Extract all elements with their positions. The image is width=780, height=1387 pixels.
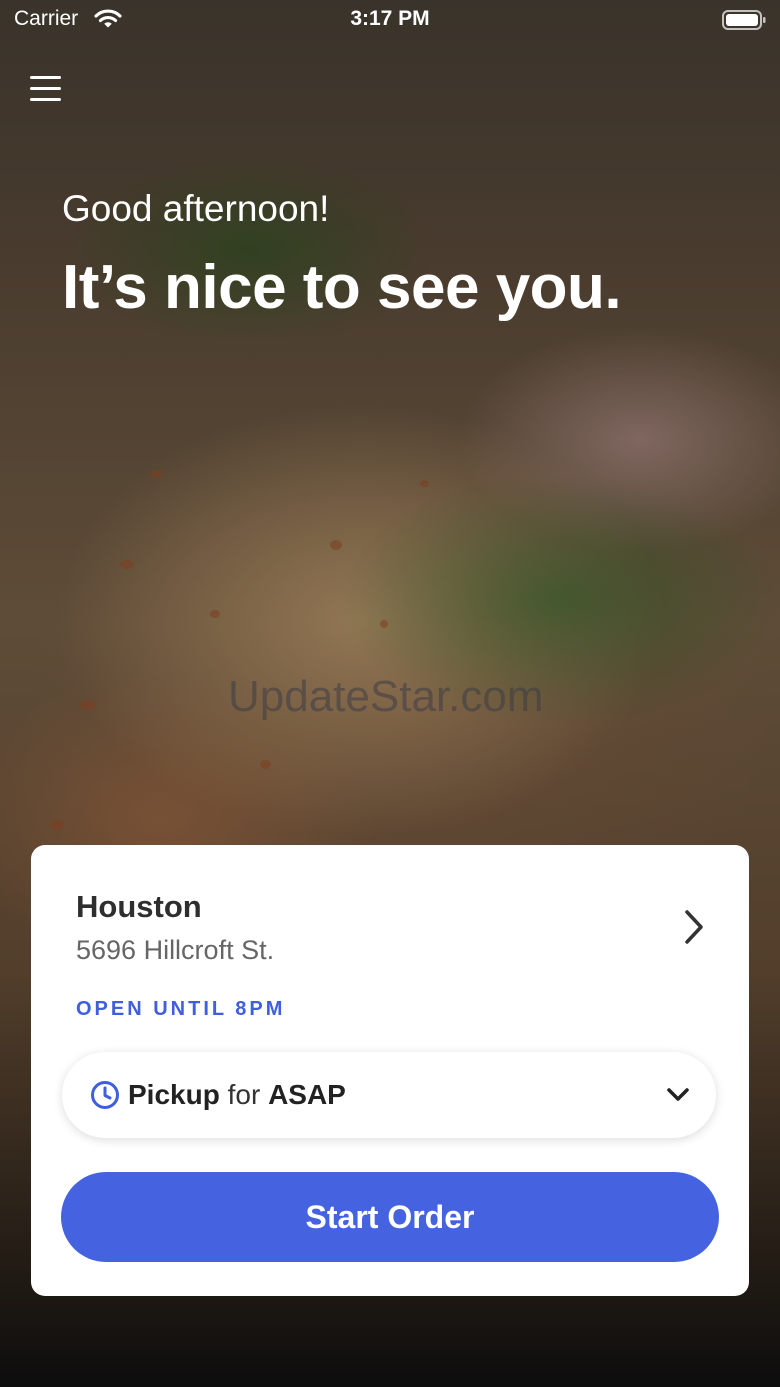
location-name[interactable]: Houston [76, 889, 202, 925]
location-address[interactable]: 5696 Hillcroft St. [76, 935, 274, 966]
watermark-text: UpdateStar.com [228, 672, 544, 721]
clock-icon [90, 1080, 120, 1115]
welcome-headline: It’s nice to see you. [62, 253, 622, 322]
order-mode-connector: for [227, 1079, 261, 1110]
order-mode-label: Pickup for ASAP [128, 1079, 346, 1111]
clock-time: 3:17 PM [350, 7, 430, 30]
open-hours-status: OPEN UNTIL 8PM [76, 998, 286, 1020]
order-mode-selector[interactable]: Pickup for ASAP [62, 1052, 716, 1138]
battery-icon [722, 9, 766, 36]
location-card: Houston 5696 Hillcroft St. OPEN UNTIL 8P… [31, 845, 749, 1296]
menu-icon[interactable] [30, 76, 62, 102]
greeting-text: Good afternoon! [62, 188, 330, 229]
order-mode-time: ASAP [268, 1079, 346, 1110]
chevron-right-icon[interactable] [679, 907, 709, 947]
status-bar: Carrier 3:17 PM [0, 0, 780, 40]
order-mode-type: Pickup [128, 1079, 220, 1110]
start-order-button[interactable]: Start Order [61, 1172, 719, 1262]
chevron-down-icon [666, 1085, 690, 1108]
